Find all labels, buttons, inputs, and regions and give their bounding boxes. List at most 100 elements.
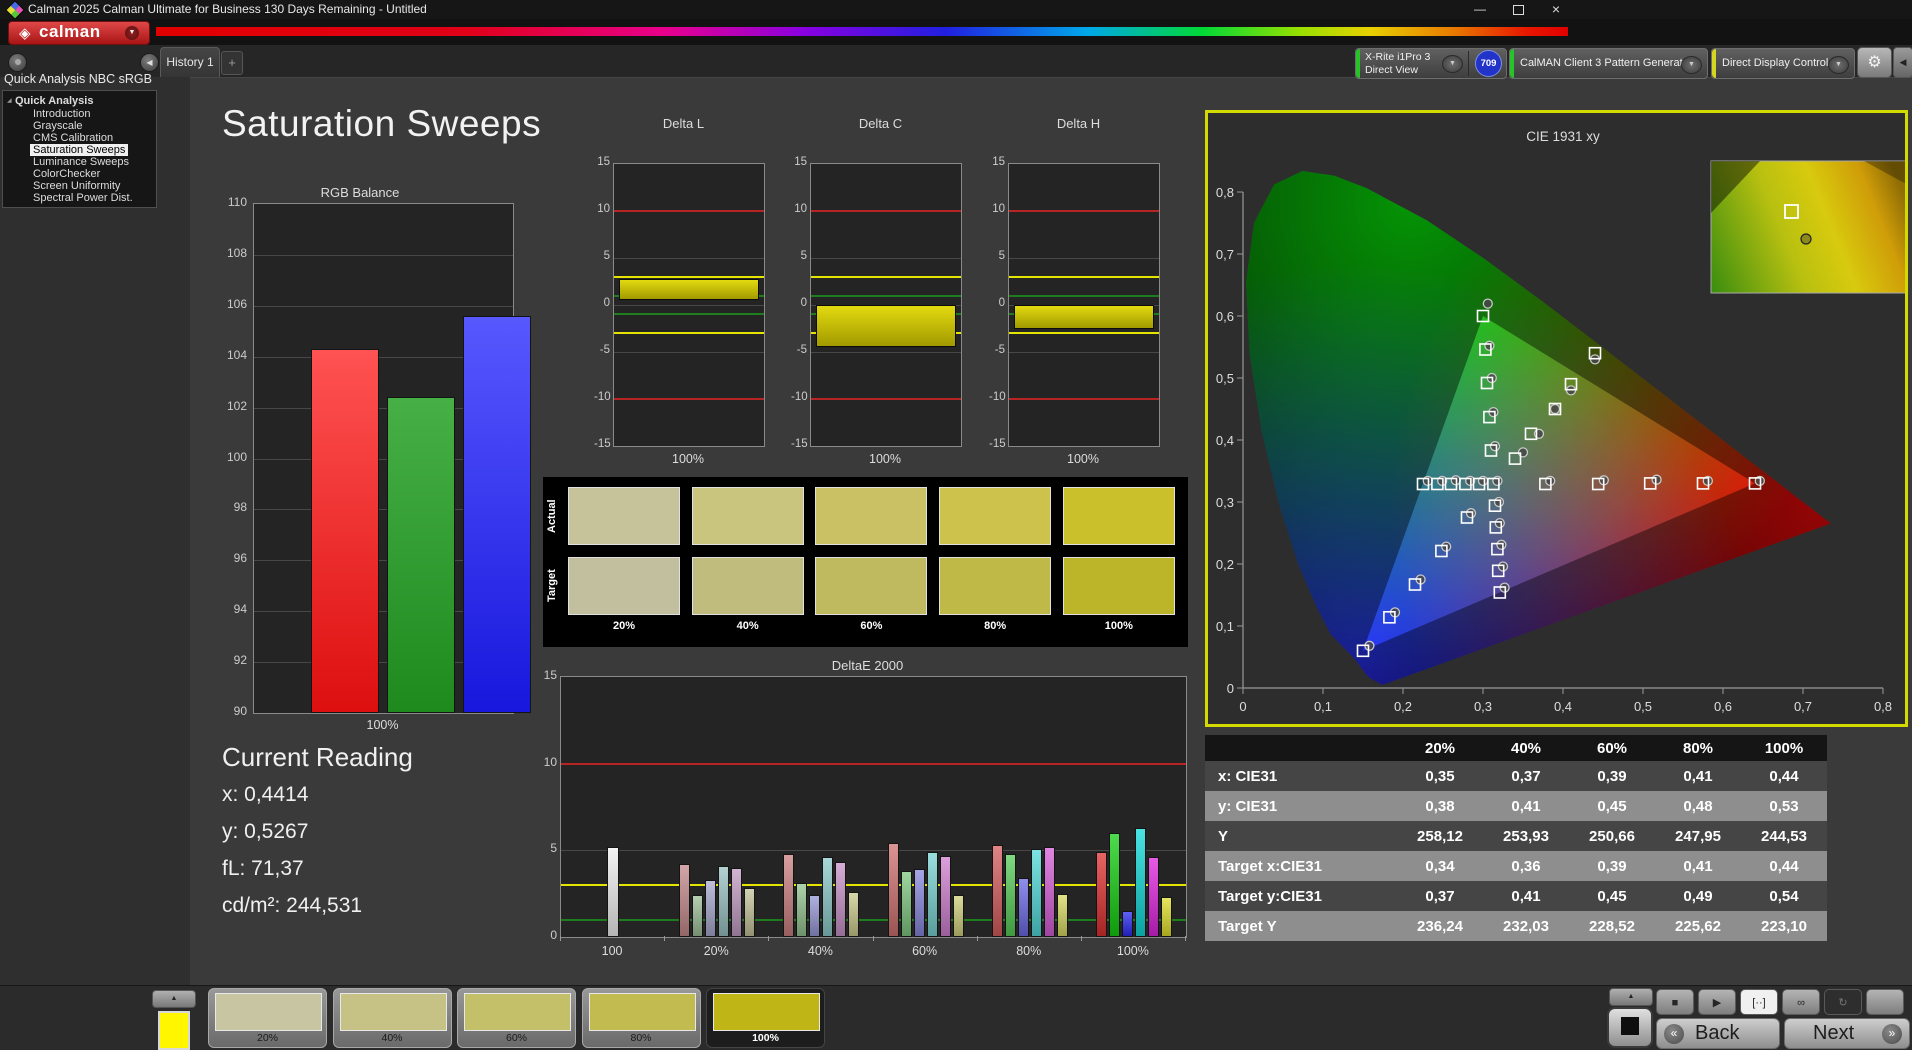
tree-root-quick-analysis[interactable]: Quick Analysis: [15, 95, 93, 107]
sidebar-item-luminance-sweeps[interactable]: Luminance Sweeps: [33, 156, 129, 168]
pattern-button-20%[interactable]: 20%: [208, 988, 327, 1048]
pattern-label: 80%: [630, 1032, 652, 1044]
svg-text:0,2: 0,2: [1394, 699, 1412, 714]
limit-line: [1009, 332, 1159, 335]
back-button[interactable]: « Back: [1656, 1018, 1780, 1049]
table-cell: 0,37: [1511, 767, 1541, 785]
play-button[interactable]: ▶: [1698, 989, 1736, 1015]
pattern-button-40%[interactable]: 40%: [332, 988, 452, 1048]
settings-gear-button[interactable]: ⚙: [1857, 47, 1892, 78]
delta_l-title: Delta L: [662, 116, 705, 131]
deltae-bar: [1095, 852, 1107, 937]
stop-button[interactable]: ■: [1656, 989, 1694, 1015]
target-swatch-60%: [815, 557, 928, 615]
x-group-tick: [560, 936, 561, 941]
meter-device-name: X-Rite i1Pro 3: [1365, 51, 1431, 63]
pattern-button-60%[interactable]: 60%: [457, 988, 576, 1048]
add-tab-button[interactable]: +: [221, 51, 243, 75]
sidebar-collapse-button[interactable]: ◀: [140, 53, 159, 72]
tab-history-1[interactable]: History 1: [160, 47, 220, 77]
meter-device-dropdown[interactable]: X-Rite i1Pro 3 Direct View ▼ 709: [1355, 48, 1507, 79]
deltae-bar: [809, 895, 821, 937]
chevron-down-icon[interactable]: ▼: [1442, 55, 1463, 73]
chevron-down-icon[interactable]: ▼: [125, 26, 139, 40]
svg-text:0,7: 0,7: [1794, 699, 1812, 714]
next-button[interactable]: Next »: [1784, 1018, 1910, 1049]
deltae-bar: [718, 865, 730, 937]
chevron-down-icon[interactable]: ▼: [1681, 56, 1702, 74]
x-group-tick: [1185, 936, 1186, 941]
swatch-col-label: 40%: [736, 620, 759, 632]
continuous-loop-button[interactable]: ∞: [1782, 989, 1820, 1015]
pattern-button-100%[interactable]: 100%: [706, 988, 825, 1048]
sidebar-item-saturation-sweeps[interactable]: Saturation Sweeps: [30, 144, 129, 156]
y-tick-label: 94: [233, 602, 247, 617]
x-group-tick: [976, 936, 978, 941]
table-row-label: Y: [1218, 827, 1229, 845]
table-header-row: 20% 40% 60% 80% 100%: [1205, 735, 1827, 761]
delta_c-bar: [816, 305, 956, 348]
pattern-generator-dropdown[interactable]: CalMAN Client 3 Pattern Generator ▼: [1509, 48, 1708, 79]
table-cell: 250,66: [1589, 827, 1635, 845]
pattern-panel-expand-button[interactable]: ▲: [152, 990, 196, 1008]
delta-h-chart: Delta H 15 10 5 0 -5 -10 -15 100%: [989, 116, 1166, 468]
y-tick-label: -15: [791, 438, 808, 450]
deltae-bar: [887, 843, 899, 937]
y-tick-label: 5: [603, 250, 610, 262]
measure-button[interactable]: [··]: [1740, 989, 1778, 1015]
blank-transport-button[interactable]: [1866, 989, 1904, 1015]
deltae-bar: [1017, 878, 1029, 937]
close-button[interactable]: ×: [1538, 0, 1574, 19]
table-cell: 0,35: [1425, 767, 1455, 785]
deltae-2000-plot: [560, 676, 1187, 938]
deltae-bar: [926, 852, 938, 937]
sidebar-item-spectral-power-dist-[interactable]: Spectral Power Dist.: [33, 192, 133, 204]
y-tick-label: 90: [233, 704, 247, 718]
session-dot-button[interactable]: [8, 53, 27, 72]
minimize-button[interactable]: —: [1462, 0, 1498, 19]
table-cell: 0,37: [1425, 887, 1455, 905]
colorspace-709-badge[interactable]: 709: [1475, 50, 1502, 77]
deltae-bar: [679, 864, 691, 937]
sidebar-item-introduction[interactable]: Introduction: [33, 108, 90, 120]
table-row-label: Target x:CIE31: [1218, 857, 1322, 875]
sidebar: Quick Analysis NBC sRGB ◢ Quick Analysis I…: [0, 72, 190, 985]
y-tick-label: 0: [603, 297, 610, 309]
pattern-button-80%[interactable]: 80%: [581, 988, 701, 1048]
display-control-dropdown[interactable]: Direct Display Control ▼: [1711, 48, 1855, 79]
gridline: [254, 305, 513, 307]
y-tick-label: 100: [226, 449, 247, 464]
cie-1931-chart[interactable]: CIE 1931 xy 0 0 0,1 0,1 0,2 0,2 0,3 0,3 0,4 0,4 0,5…: [1205, 110, 1909, 727]
actual-swatch-80%: [939, 487, 1052, 545]
sidebar-item-cms-calibration[interactable]: CMS Calibration: [33, 132, 113, 144]
refresh-button[interactable]: ↻: [1824, 989, 1862, 1015]
meter-status-stripe: [1510, 49, 1514, 78]
blue-bar: [463, 315, 531, 713]
current-reading-value: fL: 71,37: [222, 857, 304, 880]
next-chevron-icon: »: [1882, 1024, 1902, 1044]
header-bar: ◈ calman ▼: [0, 19, 1912, 45]
pattern-label: 20%: [256, 1032, 278, 1044]
sidebar-item-screen-uniformity[interactable]: Screen Uniformity: [33, 180, 120, 192]
pattern-window-mode-button[interactable]: [1607, 1007, 1653, 1048]
window-title: Calman 2025 Calman Ultimate for Business…: [28, 2, 427, 16]
sidebar-item-colorchecker[interactable]: ColorChecker: [33, 168, 100, 180]
deltae-bar: [1043, 846, 1055, 937]
sidebar-item-grayscale[interactable]: Grayscale: [33, 120, 83, 132]
table-cell: 0,38: [1425, 797, 1455, 815]
calman-menu-button[interactable]: ◈ calman ▼: [8, 21, 150, 45]
gridline: [811, 258, 961, 259]
maximize-button[interactable]: [1500, 0, 1536, 19]
target-swatch-20%: [568, 557, 680, 615]
current-pattern-swatch[interactable]: [158, 1011, 190, 1050]
table-cell: 236,24: [1417, 917, 1463, 935]
limit-line: [1009, 294, 1159, 297]
table-cell: 0,41: [1683, 767, 1713, 785]
y-tick-label: 110: [227, 195, 247, 209]
transport-expand-button[interactable]: ▲: [1609, 988, 1653, 1006]
limit-line: [811, 275, 961, 278]
x-group-label: 40%: [807, 944, 833, 958]
chevron-down-icon[interactable]: ▼: [1828, 56, 1849, 74]
right-panel-collapse-button[interactable]: ◀: [1893, 47, 1912, 78]
deltae-bar: [1030, 848, 1042, 937]
